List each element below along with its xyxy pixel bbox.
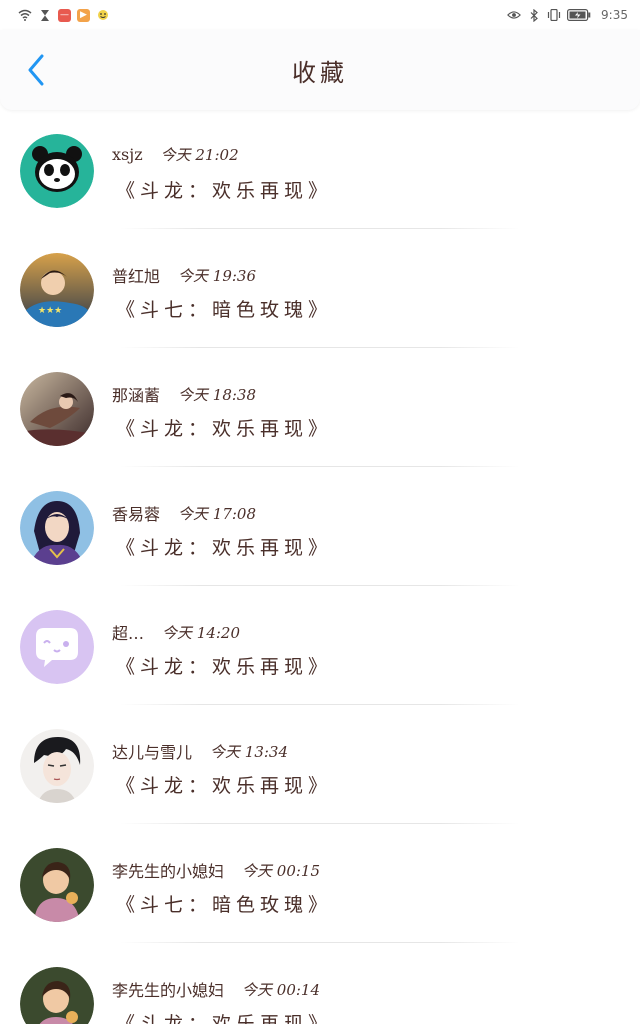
- item-meta: 超… 今天 14:20: [112, 620, 240, 644]
- timestamp: 今天 14:20: [162, 623, 241, 642]
- username[interactable]: 李先生的小媳妇: [112, 858, 224, 882]
- chevron-left-icon: [28, 54, 44, 86]
- collection-title[interactable]: 《斗龙：欢乐再现》: [116, 414, 332, 441]
- wifi-icon: [18, 8, 32, 22]
- svg-text:★★★: ★★★: [38, 306, 62, 316]
- item-meta: xsjz 今天 21:02: [112, 144, 239, 165]
- list-item[interactable]: 李先生的小媳妇 今天 00:14 《斗龙：欢乐再现》: [0, 943, 640, 1024]
- username[interactable]: 香易蓉: [112, 501, 160, 525]
- panda-avatar-icon: [20, 134, 94, 208]
- list-item[interactable]: xsjz 今天 21:02 《斗龙：欢乐再现》: [0, 110, 640, 229]
- username[interactable]: 达儿与雪儿: [112, 739, 192, 763]
- sketch-avatar-icon: [20, 729, 94, 803]
- username[interactable]: xsjz: [112, 145, 143, 164]
- anime-avatar-icon: [20, 491, 94, 565]
- collection-title[interactable]: 《斗龙：欢乐再现》: [116, 176, 332, 203]
- username[interactable]: 那涵蓄: [112, 382, 160, 406]
- status-time: 9:35: [601, 8, 628, 22]
- vibrate-icon: [547, 8, 561, 22]
- item-meta: 达儿与雪儿 今天 13:34: [112, 739, 288, 763]
- timestamp: 今天 17:08: [178, 504, 257, 523]
- avatar[interactable]: [20, 848, 94, 922]
- username[interactable]: 超…: [112, 620, 144, 644]
- item-meta: 普红旭 今天 19:36: [112, 263, 256, 287]
- eye-icon: [507, 8, 521, 22]
- avatar[interactable]: [20, 610, 94, 684]
- status-bar: — ▶ 9:35: [0, 0, 640, 30]
- timestamp: 今天 00:15: [242, 861, 321, 880]
- timestamp: 今天 21:02: [160, 146, 239, 164]
- list-item[interactable]: 那涵蓄 今天 18:38 《斗龙：欢乐再现》: [0, 348, 640, 467]
- item-meta: 香易蓉 今天 17:08: [112, 501, 256, 525]
- illustration-avatar-icon: [20, 372, 94, 446]
- hourglass-icon: [38, 8, 52, 22]
- avatar[interactable]: [20, 967, 94, 1024]
- avatar[interactable]: [20, 372, 94, 446]
- collection-title[interactable]: 《斗龙：欢乐再现》: [116, 771, 332, 798]
- collection-title[interactable]: 《斗七：暗色玫瑰》: [116, 890, 332, 917]
- avatar[interactable]: ★★★: [20, 253, 94, 327]
- collection-title[interactable]: 《斗七：暗色玫瑰》: [116, 295, 332, 322]
- collection-title[interactable]: 《斗龙：欢乐再现》: [116, 533, 332, 560]
- item-meta: 李先生的小媳妇 今天 00:15: [112, 858, 320, 882]
- collection-title[interactable]: 《斗龙：欢乐再现》: [116, 652, 332, 679]
- list-item[interactable]: 李先生的小媳妇 今天 00:15 《斗七：暗色玫瑰》: [0, 824, 640, 943]
- child-photo-avatar-icon: [20, 848, 94, 922]
- app-red-icon: —: [58, 8, 71, 22]
- item-meta: 那涵蓄 今天 18:38: [112, 382, 256, 406]
- timestamp: 今天 13:34: [210, 742, 289, 761]
- header: 收藏: [0, 30, 640, 110]
- item-meta: 李先生的小媳妇 今天 00:14: [112, 977, 320, 1001]
- status-left: — ▶: [18, 8, 110, 22]
- list-item[interactable]: 超… 今天 14:20 《斗龙：欢乐再现》: [0, 586, 640, 705]
- emoji-icon: [96, 8, 110, 22]
- chat-bubble-avatar-icon: [20, 610, 94, 684]
- list-item[interactable]: 达儿与雪儿 今天 13:34 《斗龙：欢乐再现》: [0, 705, 640, 824]
- back-button[interactable]: [20, 50, 52, 90]
- avatar[interactable]: [20, 491, 94, 565]
- app-orange-icon: ▶: [77, 8, 90, 22]
- list-item[interactable]: 香易蓉 今天 17:08 《斗龙：欢乐再现》: [0, 467, 640, 586]
- timestamp: 今天 00:14: [242, 980, 321, 999]
- page-title: 收藏: [292, 58, 348, 87]
- avatar[interactable]: [20, 134, 94, 208]
- list-item[interactable]: ★★★ 普红旭 今天 19:36 《斗七：暗色玫瑰》: [0, 229, 640, 348]
- favorites-list: xsjz 今天 21:02 《斗龙：欢乐再现》 ★★★ 普红旭 今天 19:36…: [0, 110, 640, 1024]
- username[interactable]: 李先生的小媳妇: [112, 977, 224, 1001]
- bluetooth-icon: [527, 8, 541, 22]
- child-photo-avatar-icon: [20, 967, 94, 1024]
- timestamp: 今天 19:36: [178, 266, 257, 285]
- collection-title[interactable]: 《斗龙：欢乐再现》: [116, 1009, 332, 1024]
- timestamp: 今天 18:38: [178, 385, 257, 404]
- avatar[interactable]: [20, 729, 94, 803]
- status-right: 9:35: [507, 8, 628, 22]
- username[interactable]: 普红旭: [112, 263, 160, 287]
- photo-avatar-icon: ★★★: [20, 253, 94, 327]
- battery-icon: [567, 8, 591, 22]
